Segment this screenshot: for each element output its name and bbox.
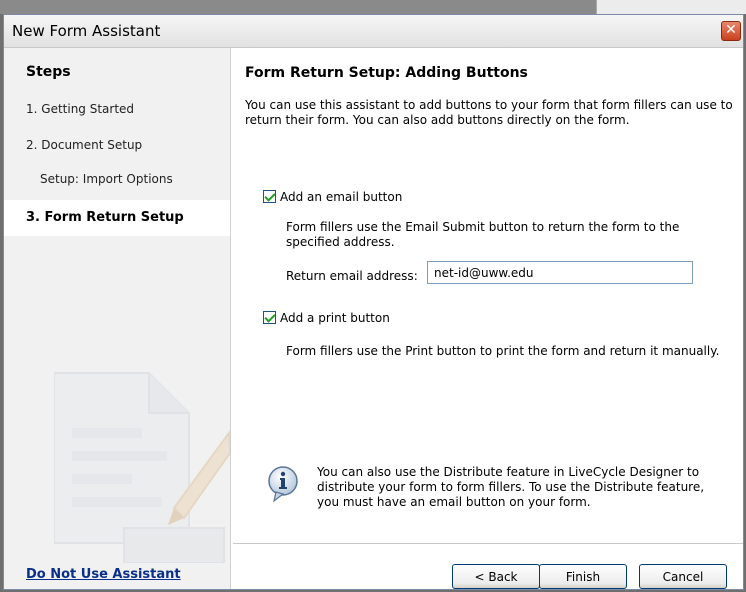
return-email-label: Return email address: [286, 269, 418, 283]
finish-button[interactable]: Finish [539, 564, 627, 589]
intro-text: You can use this assistant to add button… [245, 98, 733, 127]
step-form-return-setup: 3. Form Return Setup [4, 200, 230, 236]
step-import-options: Setup: Import Options [40, 172, 173, 186]
step-form-return-setup-label: 3. Form Return Setup [26, 210, 184, 225]
new-form-assistant-dialog: New Form Assistant ✕ Steps 1. Getting St… [3, 14, 744, 590]
email-button-checkbox[interactable] [263, 190, 276, 203]
email-button-checkbox-label: Add an email button [280, 190, 403, 204]
print-button-description: Form fillers use the Print button to pri… [286, 344, 720, 358]
print-button-checkbox-label: Add a print button [280, 311, 390, 325]
close-icon: ✕ [725, 22, 737, 38]
step-document-setup: 2. Document Setup [26, 138, 143, 152]
step-getting-started: 1. Getting Started [26, 102, 135, 116]
page-title: Form Return Setup: Adding Buttons [245, 65, 528, 81]
print-button-option[interactable]: Add a print button [263, 311, 390, 325]
background-application-strip [0, 0, 746, 14]
print-button-checkbox[interactable] [263, 311, 276, 324]
steps-sidebar: Steps 1. Getting Started 2. Document Set… [4, 48, 231, 589]
window-title: New Form Assistant [12, 22, 161, 40]
steps-heading: Steps [26, 64, 71, 80]
do-not-use-assistant-link[interactable]: Do Not Use Assistant [26, 567, 181, 582]
close-button[interactable]: ✕ [721, 21, 741, 41]
form-document-watermark-icon [54, 372, 230, 563]
title-bar[interactable]: New Form Assistant ✕ [4, 15, 743, 48]
footer-divider [233, 543, 743, 544]
cancel-button[interactable]: Cancel [639, 564, 727, 589]
main-panel: Form Return Setup: Adding Buttons You ca… [231, 48, 743, 589]
background-document-fragment [596, 0, 746, 14]
info-icon [268, 466, 298, 503]
email-button-description: Form fillers use the Email Submit button… [286, 220, 680, 249]
return-email-input[interactable] [427, 261, 693, 284]
distribute-info-text: You can also use the Distribute feature … [317, 465, 705, 509]
email-button-option[interactable]: Add an email button [263, 190, 402, 204]
back-button[interactable]: < Back [452, 564, 540, 589]
